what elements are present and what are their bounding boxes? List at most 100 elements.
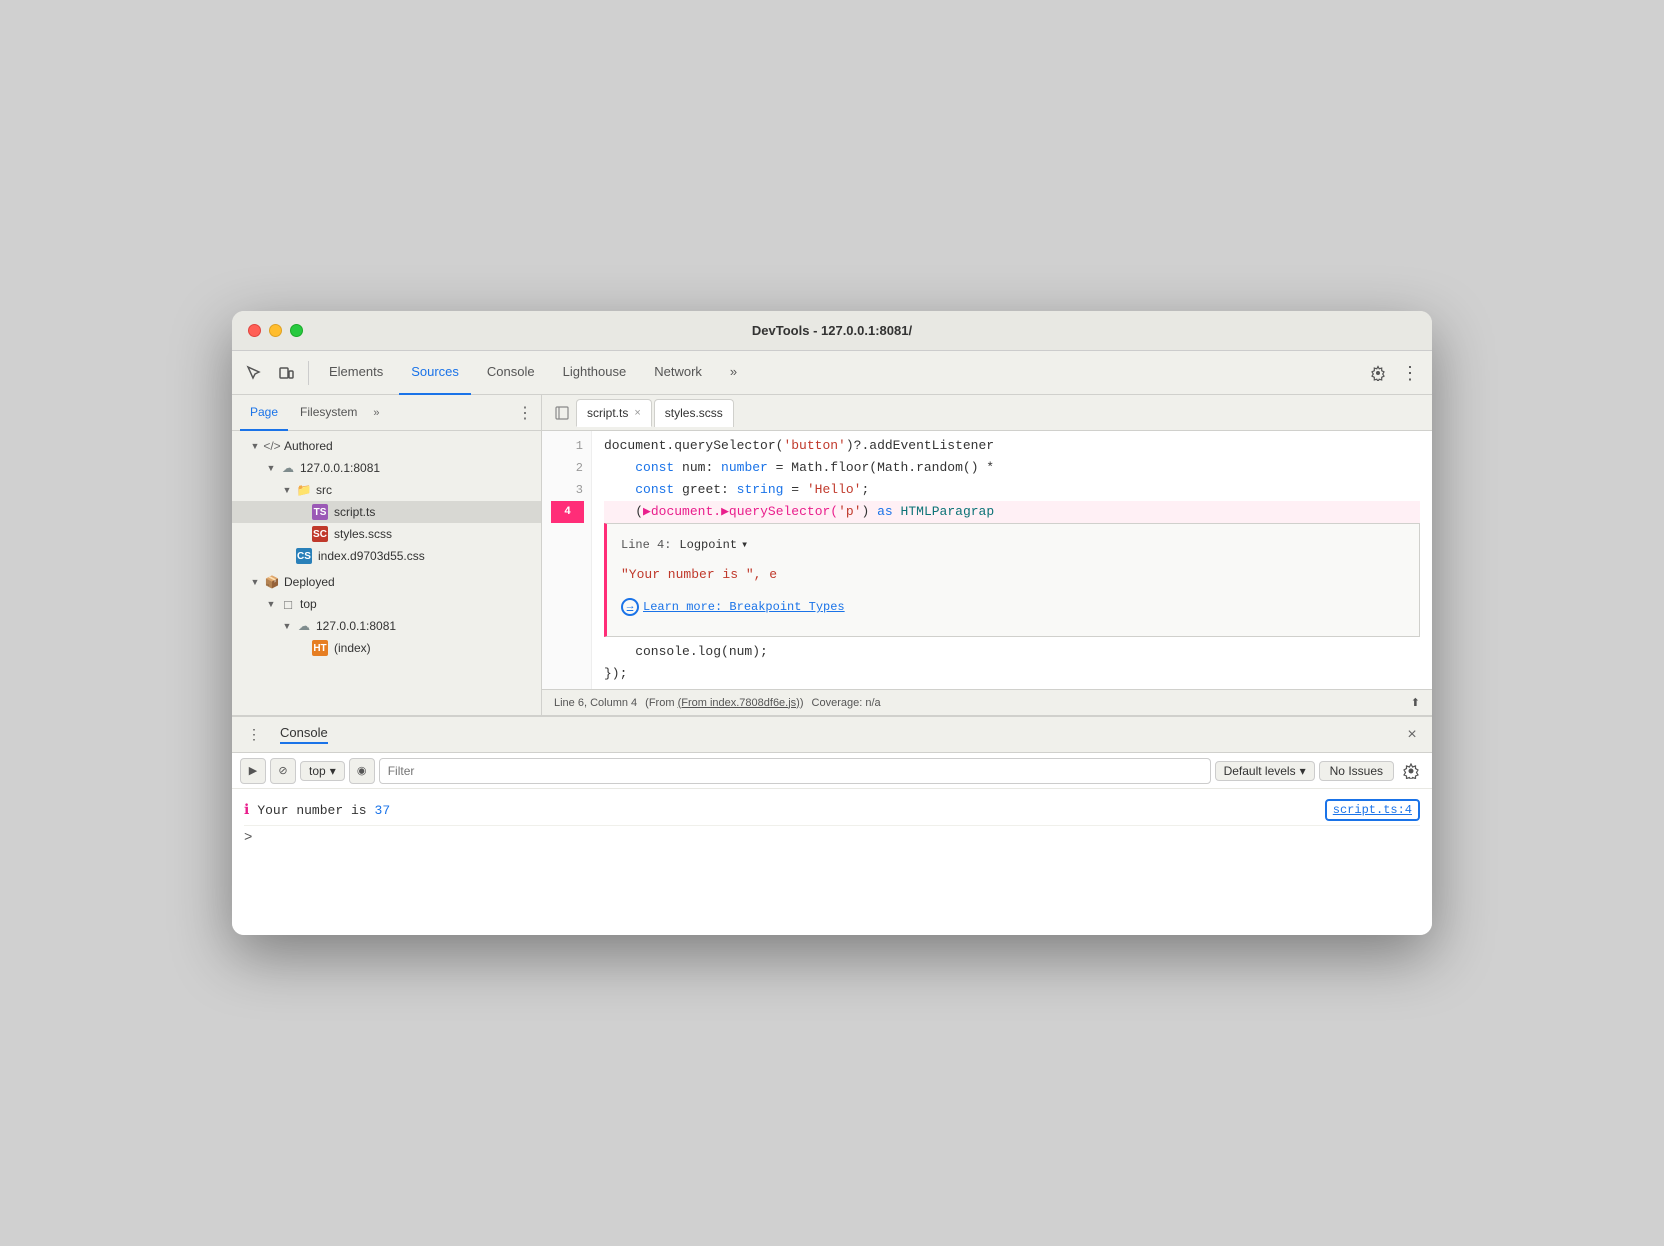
inspect-icon[interactable] <box>240 359 268 387</box>
console-dots[interactable]: ⋮ <box>240 721 268 749</box>
tree-authored[interactable]: ▼ </> Authored <box>232 435 541 457</box>
tree-styles-scss[interactable]: ▶ SC styles.scss <box>232 523 541 545</box>
code-line-5: console.log(num); <box>604 641 1420 663</box>
logpoint-line: Line 4: <box>621 534 671 556</box>
tree-index[interactable]: ▶ HT (index) <box>232 637 541 659</box>
more-icon: ⋮ <box>1401 364 1419 382</box>
log-text: Your number is <box>257 803 366 818</box>
logpoint-type: Logpoint <box>679 534 737 556</box>
console-eye-btn[interactable]: ◉ <box>349 758 375 784</box>
close-button[interactable] <box>248 324 261 337</box>
more-button[interactable]: ⋮ <box>1396 359 1424 387</box>
line-num-3: 3 <box>550 479 583 501</box>
panel-options[interactable]: ⋮ <box>517 403 533 423</box>
console-block-btn[interactable]: ⊘ <box>270 758 296 784</box>
logpoint-dropdown[interactable]: Logpoint ▾ <box>679 534 748 556</box>
logpoint-popup: Line 4: Logpoint ▾ "Your number is ", e <box>604 523 1420 637</box>
code-content[interactable]: document.querySelector('button')?.addEve… <box>592 431 1432 689</box>
editor-tab-close[interactable]: × <box>634 407 640 419</box>
console-toolbar: ▶ ⊘ top ▾ ◉ Default levels ▾ No Issues <box>232 753 1432 789</box>
default-levels-btn[interactable]: Default levels ▾ <box>1215 761 1315 781</box>
code-line-4: (▶document.▶querySelector('p') as HTMLPa… <box>604 501 1420 523</box>
tab-console[interactable]: Console <box>475 351 547 395</box>
panel-content: Page Filesystem » ⋮ ▼ </> Authored ▼ <box>232 395 1432 715</box>
tree-index-label: (index) <box>334 641 371 655</box>
tab-page[interactable]: Page <box>240 395 288 431</box>
tree-index-css-label: index.d9703d55.css <box>318 549 425 563</box>
editor-tab-styles-scss-label: styles.scss <box>665 406 723 420</box>
source-file-link[interactable]: (From index.7808df6e.js) <box>678 697 800 709</box>
device-icon[interactable] <box>272 359 300 387</box>
window-title: DevTools - 127.0.0.1:8081/ <box>752 323 912 338</box>
status-coverage: Coverage: n/a <box>812 697 881 709</box>
tree-deployed[interactable]: ▼ 📦 Deployed <box>232 571 541 593</box>
tree-index-css[interactable]: ▶ CS index.d9703d55.css <box>232 545 541 567</box>
arrow-top: ▼ <box>264 597 278 611</box>
editor-tab-styles-scss[interactable]: styles.scss <box>654 399 734 427</box>
editor-tab-script-ts[interactable]: script.ts × <box>576 399 652 427</box>
top-label: top <box>309 764 326 778</box>
tab-network[interactable]: Network <box>642 351 714 395</box>
console-close-button[interactable]: × <box>1400 723 1424 747</box>
line-num-1: 1 <box>550 435 583 457</box>
learn-more-link[interactable]: → Learn more: Breakpoint Types <box>621 596 1405 618</box>
chevron-down-icon-top: ▾ <box>330 764 336 778</box>
format-icon[interactable]: ⬆ <box>1411 696 1420 709</box>
tab-filesystem[interactable]: Filesystem <box>290 395 367 431</box>
logpoint-input[interactable]: "Your number is ", e <box>621 564 1405 586</box>
tree-server-deployed[interactable]: ▼ ☁ 127.0.0.1:8081 <box>232 615 541 637</box>
tree-server-authored[interactable]: ▼ ☁ 127.0.0.1:8081 <box>232 457 541 479</box>
tab-sources[interactable]: Sources <box>399 351 471 395</box>
eye-icon: ◉ <box>357 764 367 777</box>
tab-elements[interactable]: Elements <box>317 351 395 395</box>
log-source[interactable]: script.ts:4 <box>1325 799 1420 821</box>
tree-deployed-label: Deployed <box>284 575 335 589</box>
no-issues-btn[interactable]: No Issues <box>1319 761 1394 781</box>
prompt-arrow: > <box>244 830 252 846</box>
tree-src-label: src <box>316 483 332 497</box>
editor-tabs: script.ts × styles.scss <box>542 395 1432 431</box>
traffic-lights <box>248 324 303 337</box>
console-panel: ⋮ Console × ▶ ⊘ top ▾ ◉ Default levels ▾ <box>232 715 1432 935</box>
tree-src[interactable]: ▼ 📁 src <box>232 479 541 501</box>
line-num-4[interactable]: 4 <box>550 501 583 523</box>
console-title: Console <box>280 725 328 744</box>
maximize-button[interactable] <box>290 324 303 337</box>
tab-more-panel[interactable]: » <box>373 407 379 419</box>
status-source: (From (From index.7808df6e.js)) <box>645 697 803 709</box>
arrow-src: ▼ <box>280 483 294 497</box>
console-prompt[interactable]: > <box>244 826 1420 850</box>
toolbar-divider-1 <box>308 361 309 385</box>
console-filter-input[interactable] <box>379 758 1211 784</box>
status-position: Line 6, Column 4 <box>554 697 637 709</box>
line-numbers: 1 2 3 4 <box>542 431 592 689</box>
editor-sidebar-icon[interactable] <box>550 401 574 425</box>
no-issues-label: No Issues <box>1330 764 1383 778</box>
code-editor: 1 2 3 4 document. <box>542 431 1432 715</box>
code-line-2: const num: number = Math.floor(Math.rand… <box>604 457 1420 479</box>
block-icon: ⊘ <box>278 764 287 777</box>
minimize-button[interactable] <box>269 324 282 337</box>
tab-lighthouse[interactable]: Lighthouse <box>551 351 639 395</box>
tree-styles-scss-label: styles.scss <box>334 527 392 541</box>
settings-button[interactable] <box>1364 359 1392 387</box>
arrow-authored: ▼ <box>248 439 262 453</box>
tree-script-ts[interactable]: ▶ TS script.ts <box>232 501 541 523</box>
status-bar: Line 6, Column 4 (From (From index.7808d… <box>542 689 1432 715</box>
logpoint-link-container: → Learn more: Breakpoint Types <box>621 596 1405 618</box>
console-log-line-1: ℹ Your number is 37 script.ts:4 <box>244 795 1420 826</box>
arrow-server-authored: ▼ <box>264 461 278 475</box>
tree-server-authored-label: 127.0.0.1:8081 <box>300 461 380 475</box>
code-icon: </> <box>264 438 280 454</box>
cloud-icon-authored: ☁ <box>280 460 296 476</box>
console-execute-btn[interactable]: ▶ <box>240 758 266 784</box>
code-lines: 1 2 3 4 document. <box>542 431 1432 689</box>
log-number: 37 <box>375 803 391 818</box>
titlebar: DevTools - 127.0.0.1:8081/ <box>232 311 1432 351</box>
line-num-2: 2 <box>550 457 583 479</box>
code-line-6-text: }); <box>604 663 627 685</box>
top-dropdown[interactable]: top ▾ <box>300 761 345 781</box>
console-gear-btn[interactable] <box>1398 758 1424 784</box>
tree-top[interactable]: ▼ □ top <box>232 593 541 615</box>
tab-more[interactable]: » <box>718 351 749 395</box>
